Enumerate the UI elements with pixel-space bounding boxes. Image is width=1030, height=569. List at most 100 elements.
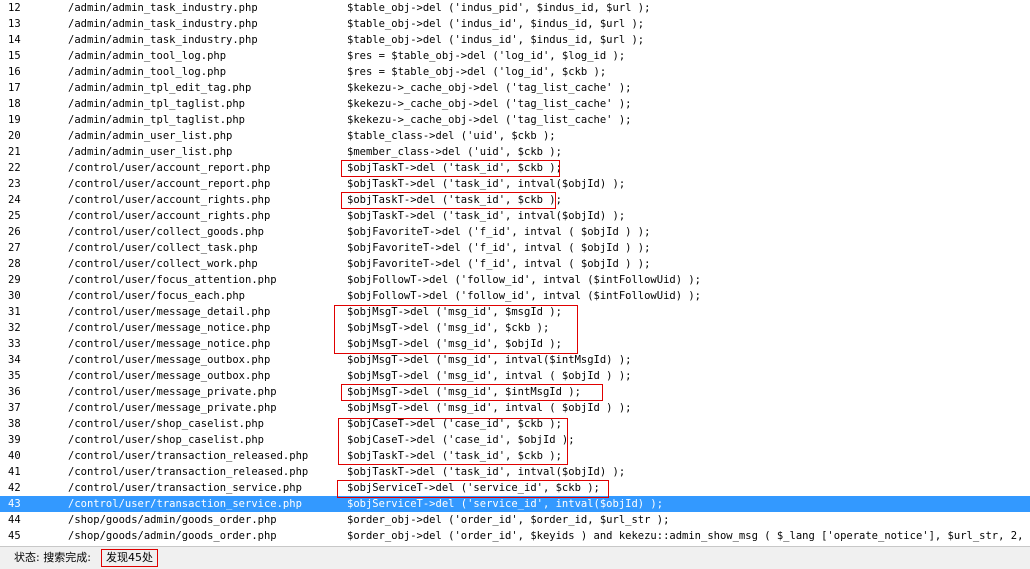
result-row[interactable]: 30/control/user/focus_each.php $objFollow… [0, 288, 1030, 304]
code-line: $objTaskT->del ('task_id', intval($objId… [347, 466, 626, 478]
status-bar: 状态: 搜索完成: 发现45处 [0, 546, 1030, 569]
result-row[interactable]: 21/admin/admin_user_list.php $member_clas… [0, 144, 1030, 160]
status-result-count: 发现45处 [101, 549, 158, 567]
result-row[interactable]: 41/control/user/transaction_released.php… [0, 464, 1030, 480]
code-line: $objMsgT->del ('msg_id', intval ( $objId… [347, 370, 632, 382]
result-row[interactable]: 40/control/user/transaction_released.php… [0, 448, 1030, 464]
line-number: 14 [8, 34, 21, 46]
file-path: /control/user/account_report.php [68, 162, 271, 174]
file-path: /control/user/shop_caselist.php [68, 434, 264, 446]
result-row[interactable]: 19/admin/admin_tpl_taglist.php $kekezu->_… [0, 112, 1030, 128]
file-path: /admin/admin_tpl_taglist.php [68, 114, 246, 126]
file-path: /control/user/focus_attention.php [68, 274, 277, 286]
file-path: /control/user/message_detail.php [68, 306, 271, 318]
result-row[interactable]: 18/admin/admin_tpl_taglist.php $kekezu->_… [0, 96, 1030, 112]
result-row[interactable]: 35/control/user/message_outbox.php $objMs… [0, 368, 1030, 384]
code-line: $kekezu->_cache_obj->del ('tag_list_cach… [347, 98, 632, 110]
code-line: $objMsgT->del ('msg_id', $intMsgId ); [347, 386, 581, 398]
line-number: 22 [8, 162, 21, 174]
line-number: 21 [8, 146, 21, 158]
result-row[interactable]: 27/control/user/collect_task.php $objFavo… [0, 240, 1030, 256]
result-row[interactable]: 38/control/user/shop_caselist.php $objCas… [0, 416, 1030, 432]
result-row[interactable]: 22/control/user/account_report.php $objTa… [0, 160, 1030, 176]
code-line: $objMsgT->del ('msg_id', intval ( $objId… [347, 402, 632, 414]
result-row[interactable]: 15/admin/admin_tool_log.php $res = $table… [0, 48, 1030, 64]
result-row[interactable]: 32/control/user/message_notice.php $objMs… [0, 320, 1030, 336]
line-number: 43 [8, 498, 21, 510]
line-number: 31 [8, 306, 21, 318]
file-path: /control/user/transaction_released.php [68, 450, 309, 462]
file-path: /control/user/transaction_released.php [68, 466, 309, 478]
line-number: 35 [8, 370, 21, 382]
file-path: /control/user/transaction_service.php [68, 482, 302, 494]
result-row[interactable]: 42/control/user/transaction_service.php $… [0, 480, 1030, 496]
line-number: 12 [8, 2, 21, 14]
file-path: /admin/admin_tool_log.php [68, 66, 227, 78]
line-number: 27 [8, 242, 21, 254]
line-number: 39 [8, 434, 21, 446]
result-row[interactable]: 14/admin/admin_task_industry.php $table_o… [0, 32, 1030, 48]
line-number: 24 [8, 194, 21, 206]
result-row[interactable]: 33/control/user/message_notice.php $objMs… [0, 336, 1030, 352]
result-row[interactable]: 12/admin/admin_task_industry.php $table_o… [0, 0, 1030, 16]
code-line: $table_class->del ('uid', $ckb ); [347, 130, 556, 142]
file-path: /shop/goods/admin/goods_order.php [68, 514, 277, 526]
file-path: /admin/admin_task_industry.php [68, 18, 258, 30]
file-path: /control/user/message_notice.php [68, 322, 271, 334]
result-row[interactable]: 28/control/user/collect_work.php $objFavo… [0, 256, 1030, 272]
code-line: $res = $table_obj->del ('log_id', $ckb )… [347, 66, 607, 78]
result-row[interactable]: 45/shop/goods/admin/goods_order.php $orde… [0, 528, 1030, 544]
file-path: /control/user/shop_caselist.php [68, 418, 264, 430]
result-row[interactable]: 36/control/user/message_private.php $objM… [0, 384, 1030, 400]
code-line: $objFavoriteT->del ('f_id', intval ( $ob… [347, 242, 651, 254]
line-number: 32 [8, 322, 21, 334]
file-path: /admin/admin_tpl_edit_tag.php [68, 82, 252, 94]
line-number: 40 [8, 450, 21, 462]
file-path: /admin/admin_tpl_taglist.php [68, 98, 246, 110]
line-number: 37 [8, 402, 21, 414]
result-row[interactable]: 25/control/user/account_rights.php $objTa… [0, 208, 1030, 224]
result-row[interactable]: 43/control/user/transaction_service.php $… [0, 496, 1030, 512]
file-path: /shop/goods/admin/goods_order.php [68, 530, 277, 542]
code-line: $res = $table_obj->del ('log_id', $log_i… [347, 50, 626, 62]
result-row[interactable]: 31/control/user/message_detail.php $objMs… [0, 304, 1030, 320]
line-number: 13 [8, 18, 21, 30]
file-path: /control/user/message_outbox.php [68, 370, 271, 382]
search-results-list[interactable]: 12/admin/admin_task_industry.php $table_o… [0, 0, 1030, 546]
code-line: $table_obj->del ('indus_id', $indus_id, … [347, 18, 645, 30]
result-row[interactable]: 17/admin/admin_tpl_edit_tag.php $kekezu->… [0, 80, 1030, 96]
line-number: 15 [8, 50, 21, 62]
line-number: 29 [8, 274, 21, 286]
code-line: $objServiceT->del ('service_id', intval(… [347, 498, 664, 510]
code-line: $kekezu->_cache_obj->del ('tag_list_cach… [347, 114, 632, 126]
line-number: 26 [8, 226, 21, 238]
line-number: 19 [8, 114, 21, 126]
result-row[interactable]: 13/admin/admin_task_industry.php $table_o… [0, 16, 1030, 32]
line-number: 28 [8, 258, 21, 270]
result-row[interactable]: 37/control/user/message_private.php $objM… [0, 400, 1030, 416]
result-row[interactable]: 16/admin/admin_tool_log.php $res = $table… [0, 64, 1030, 80]
result-row[interactable]: 20/admin/admin_user_list.php $table_class… [0, 128, 1030, 144]
code-line: $kekezu->_cache_obj->del ('tag_list_cach… [347, 82, 632, 94]
line-number: 25 [8, 210, 21, 222]
code-line: $objTaskT->del ('task_id', $ckb ); [347, 450, 562, 462]
result-row[interactable]: 29/control/user/focus_attention.php $objF… [0, 272, 1030, 288]
code-line: $objFollowT->del ('follow_id', intval ($… [347, 290, 702, 302]
code-line: $table_obj->del ('indus_pid', $indus_id,… [347, 2, 651, 14]
line-number: 44 [8, 514, 21, 526]
file-path: /control/user/account_report.php [68, 178, 271, 190]
file-path: /control/user/message_notice.php [68, 338, 271, 350]
file-path: /control/user/focus_each.php [68, 290, 246, 302]
code-line: $objMsgT->del ('msg_id', $ckb ); [347, 322, 550, 334]
result-row[interactable]: 23/control/user/account_report.php $objTa… [0, 176, 1030, 192]
result-row[interactable]: 39/control/user/shop_caselist.php $objCas… [0, 432, 1030, 448]
code-line: $table_obj->del ('indus_id', $indus_id, … [347, 34, 645, 46]
code-line: $objTaskT->del ('task_id', intval($objId… [347, 178, 626, 190]
line-number: 33 [8, 338, 21, 350]
result-row[interactable]: 26/control/user/collect_goods.php $objFav… [0, 224, 1030, 240]
result-row[interactable]: 24/control/user/account_rights.php $objTa… [0, 192, 1030, 208]
result-row[interactable]: 34/control/user/message_outbox.php $objMs… [0, 352, 1030, 368]
result-row[interactable]: 44/shop/goods/admin/goods_order.php $orde… [0, 512, 1030, 528]
line-number: 30 [8, 290, 21, 302]
file-path: /control/user/collect_task.php [68, 242, 258, 254]
